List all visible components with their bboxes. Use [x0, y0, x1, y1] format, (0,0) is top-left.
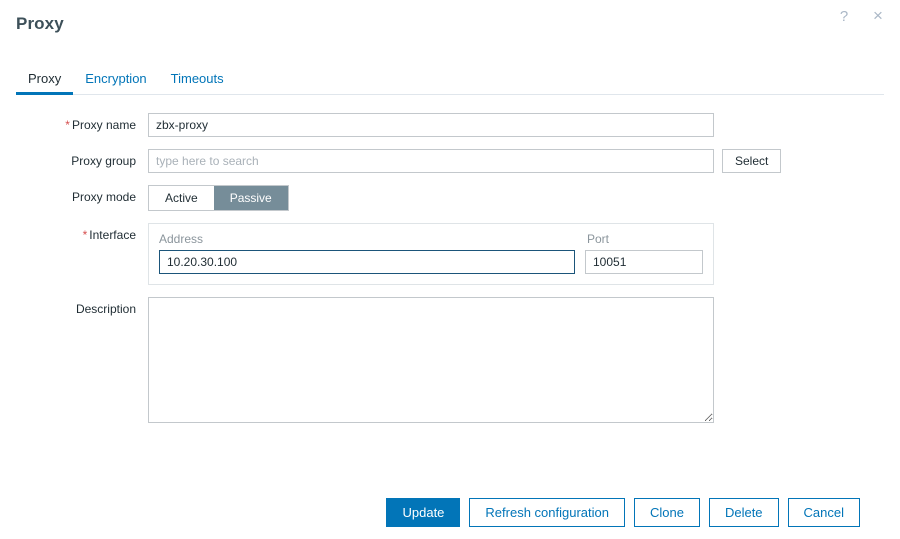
- refresh-configuration-button[interactable]: Refresh configuration: [469, 498, 625, 527]
- form-row-proxy-mode: Proxy mode Active Passive: [0, 185, 900, 211]
- proxy-mode-option-active[interactable]: Active: [149, 186, 214, 210]
- proxy-name-label-text: Proxy name: [71, 118, 136, 132]
- dialog-header: Proxy ? ×: [0, 0, 900, 48]
- header-controls: ? ×: [834, 6, 888, 26]
- delete-button[interactable]: Delete: [708, 498, 779, 527]
- required-asterisk: *: [82, 228, 88, 242]
- proxy-name-field-wrap: [148, 113, 714, 137]
- interface-address-header: Address: [159, 232, 204, 246]
- interface-port-header: Port: [587, 232, 610, 246]
- interface-inputs: [159, 250, 703, 274]
- update-button[interactable]: Update: [386, 498, 461, 527]
- cancel-button[interactable]: Cancel: [787, 498, 860, 527]
- description-textarea[interactable]: [148, 297, 714, 423]
- proxy-mode-label: Proxy mode: [71, 190, 136, 204]
- page-title: Proxy: [16, 14, 64, 33]
- description-label: Description: [75, 302, 136, 316]
- interface-port-input[interactable]: [585, 250, 703, 274]
- tab-bar: Proxy Encryption Timeouts: [16, 62, 884, 95]
- interface-field-wrap: Address Port: [148, 223, 714, 285]
- tab-timeouts[interactable]: Timeouts: [159, 72, 236, 94]
- proxy-form: *Proxy name Proxy group Select Proxy mod…: [0, 95, 900, 423]
- clone-button[interactable]: Clone: [633, 498, 700, 527]
- description-field-wrap: [148, 297, 714, 423]
- proxy-group-field-wrap: Select: [148, 149, 782, 173]
- proxy-group-input[interactable]: [148, 149, 714, 173]
- proxy-name-label: * Proxy name: [0, 113, 148, 137]
- proxy-mode-field-wrap: Active Passive: [148, 185, 289, 211]
- interface-label: * Interface: [0, 223, 148, 247]
- proxy-mode-option-passive[interactable]: Passive: [213, 186, 288, 210]
- required-asterisk: *: [65, 118, 70, 132]
- proxy-mode-toggle: Active Passive: [148, 185, 289, 211]
- interface-box: Address Port: [148, 223, 714, 285]
- form-row-interface: * Interface Address Port: [0, 223, 900, 285]
- form-row-proxy-name: * Proxy name: [0, 113, 900, 137]
- interface-column-headers: Address Port: [159, 232, 703, 246]
- tab-proxy[interactable]: Proxy: [16, 72, 74, 95]
- select-button[interactable]: Select: [722, 149, 782, 173]
- tab-encryption[interactable]: Encryption: [73, 72, 158, 94]
- dialog-footer: Update Refresh configuration Clone Delet…: [0, 498, 900, 527]
- help-icon[interactable]: ?: [834, 6, 854, 26]
- proxy-group-label: Proxy group: [71, 154, 136, 168]
- form-row-proxy-group: Proxy group Select: [0, 149, 900, 173]
- interface-address-input[interactable]: [159, 250, 575, 274]
- form-row-description: Description: [0, 297, 900, 423]
- proxy-dialog: Proxy ? × Proxy Encryption Timeouts * Pro…: [0, 0, 900, 539]
- interface-label-text: Interface: [89, 228, 136, 242]
- close-icon[interactable]: ×: [868, 6, 888, 26]
- proxy-name-input[interactable]: [148, 113, 714, 137]
